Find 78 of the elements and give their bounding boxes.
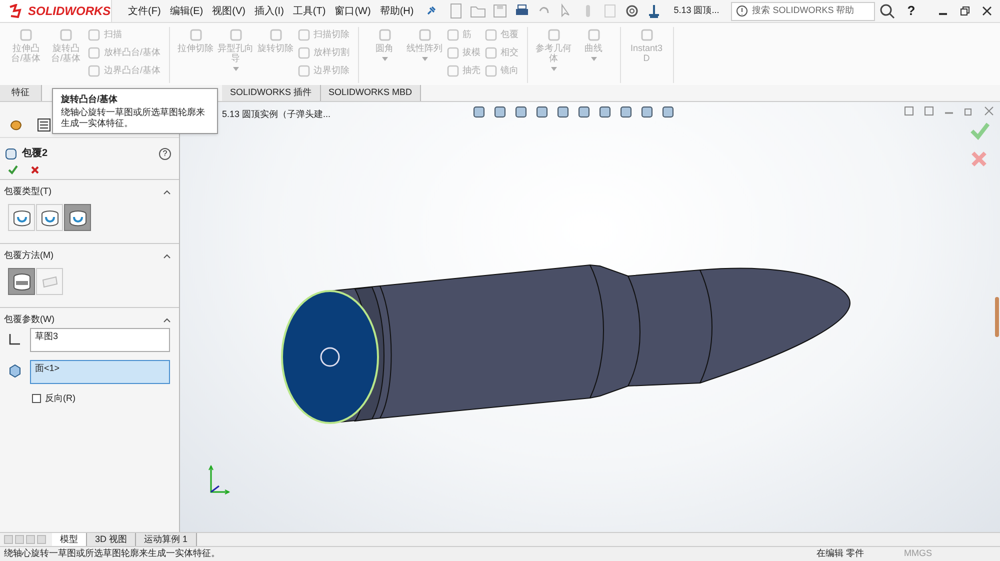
wrap-option-icon (12, 272, 32, 292)
feature-icon (376, 27, 393, 43)
menu-item[interactable]: 插入(I) (254, 4, 284, 18)
ok-check-icon[interactable] (8, 165, 18, 175)
tab[interactable]: 特征 (0, 85, 42, 101)
feature-icon (88, 28, 100, 40)
collapse-caret-icon[interactable] (163, 190, 171, 194)
search-field[interactable]: 搜索 SOLIDWORKS 帮助 (731, 2, 876, 20)
status-message: 绕轴心旋转一草图或所选草图轮廓来生成一实体特征。 (4, 547, 220, 560)
feature-icon (188, 27, 204, 43)
menu-item[interactable]: 帮助(H) (380, 4, 414, 18)
cancel-icon[interactable] (30, 165, 40, 175)
menu-item[interactable]: 编辑(E) (170, 4, 204, 18)
menu-item[interactable]: 工具(T) (292, 4, 326, 18)
feature-icon (268, 27, 284, 43)
feature-icon (546, 27, 562, 43)
option-button[interactable] (8, 268, 35, 295)
feature-icon (88, 64, 100, 76)
section-title: 包覆类型(T) (4, 185, 52, 198)
face-icon (8, 364, 22, 378)
feature-icon (228, 27, 244, 43)
feature-icon (298, 46, 310, 58)
feature-icon (638, 27, 655, 43)
restore-icon[interactable] (960, 6, 970, 16)
feature-icon (58, 27, 74, 43)
collapse-caret-icon[interactable] (163, 254, 171, 258)
tab[interactable]: 3D 视图 (87, 533, 136, 546)
feature-icon (416, 27, 433, 43)
logo-icon (8, 4, 24, 18)
collapse-caret-icon[interactable] (163, 318, 171, 322)
wrap-option-icon (40, 208, 60, 228)
document-title: 5.13 圆顶... (674, 4, 720, 18)
tab[interactable]: 运动算例 1 (136, 533, 197, 546)
wrap-option-icon (12, 208, 32, 228)
breadcrumb[interactable]: 5.13 圆顶实例（子弹头建... (222, 108, 331, 122)
edit-mode: 在编辑 零件 (816, 547, 864, 560)
menu-item[interactable]: 文件(F) (128, 4, 161, 18)
feature-icon (298, 64, 310, 76)
option-button[interactable] (36, 204, 63, 231)
tab[interactable]: 模型 (52, 533, 87, 546)
feature-icon (88, 46, 100, 58)
units-button[interactable]: MMGS (904, 547, 932, 561)
tooltip-title: 旋转凸台/基体 (61, 93, 119, 106)
checkbox[interactable]: 反向(R) (4, 392, 175, 406)
tab[interactable]: SOLIDWORKS MBD (320, 85, 422, 101)
feature-icon (446, 46, 459, 58)
feature-icon (298, 28, 310, 40)
sketch-profile-icon (8, 332, 22, 346)
help-button[interactable]: ? (159, 148, 171, 160)
menu-item[interactable]: 窗口(W) (334, 4, 371, 18)
menu-item[interactable]: 视图(V) (212, 4, 246, 18)
feature-icon (484, 64, 497, 76)
logo: SOLIDWORKS (0, 0, 112, 22)
search-icon[interactable] (879, 3, 896, 19)
help-button[interactable]: ? (907, 1, 916, 21)
selection-list[interactable]: 草图3 (30, 328, 170, 352)
feature-icon (586, 27, 602, 43)
option-button[interactable] (8, 204, 35, 231)
settings-icon[interactable] (624, 3, 640, 19)
selection-list[interactable]: 面<1> (30, 360, 170, 384)
slider-handle-icon[interactable] (994, 297, 1000, 337)
pin-icon[interactable] (426, 6, 436, 16)
feature-icon (18, 27, 34, 43)
section-title: 包覆方法(M) (4, 249, 54, 262)
feature-icon (484, 46, 497, 58)
wrap-feature-icon (4, 146, 18, 160)
option-button[interactable] (64, 204, 91, 231)
tooltip-text: 绕轴心旋转一草图或所选草图轮廓来生成一实体特征。 (61, 106, 206, 128)
close-icon[interactable] (982, 6, 992, 16)
property-manager-tab-icon[interactable] (36, 117, 52, 133)
section-title: 包覆参数(W) (4, 313, 54, 326)
wrap-option-icon (68, 208, 88, 228)
feature-icon (446, 64, 459, 76)
tab[interactable]: SOLIDWORKS 插件 (222, 85, 321, 101)
feature-icon (446, 28, 459, 40)
feature-icon (484, 28, 497, 40)
property-title: 包覆2 (22, 146, 48, 161)
confirm-check-icon[interactable] (970, 122, 990, 140)
